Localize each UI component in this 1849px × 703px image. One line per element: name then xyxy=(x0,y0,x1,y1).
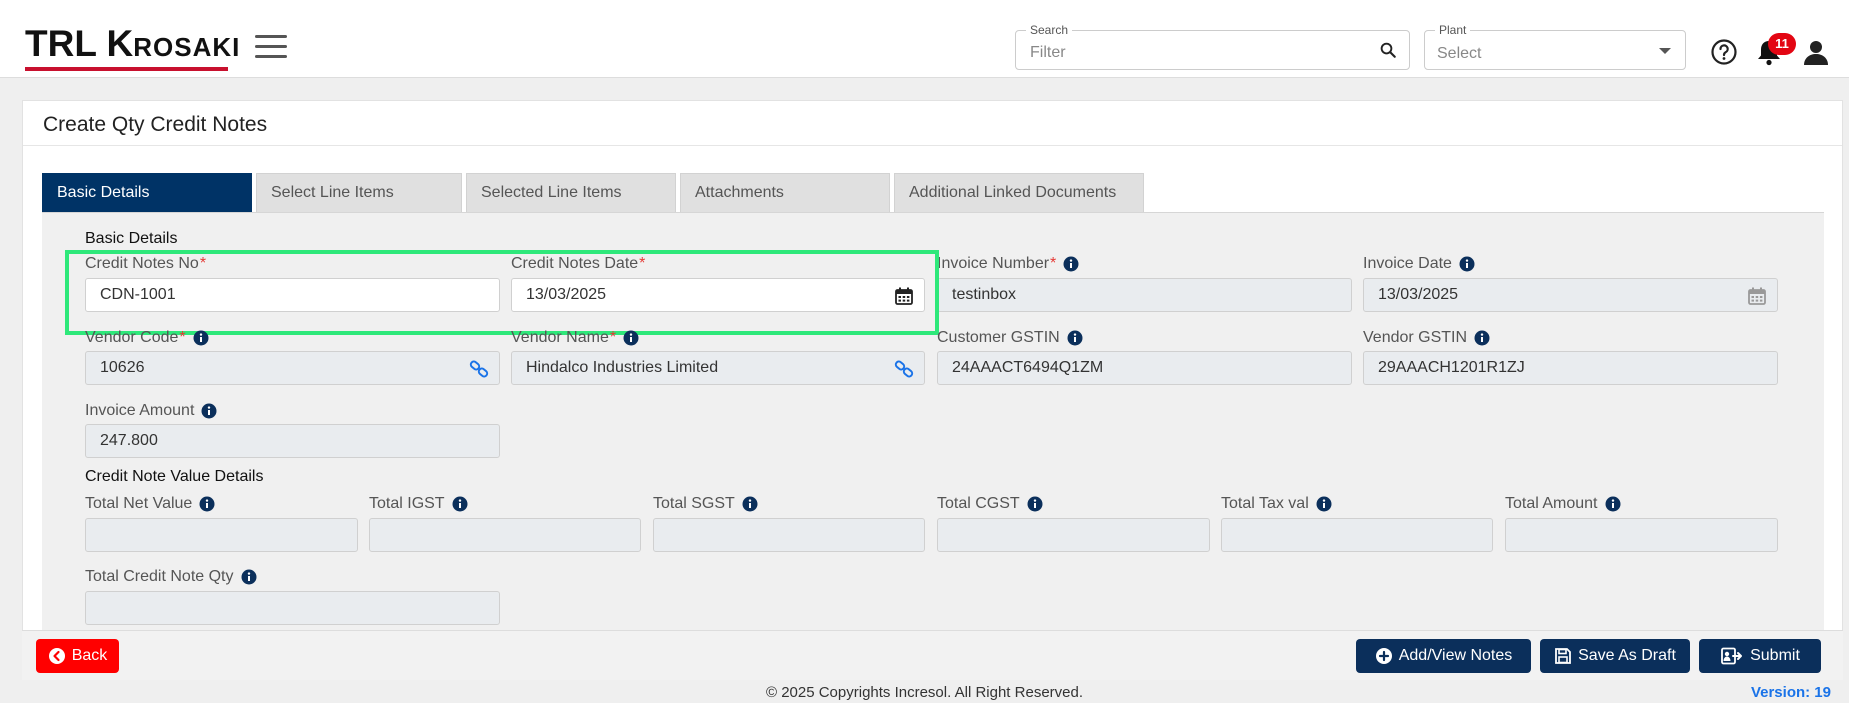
credit-note-card: Create Qty Credit Notes Basic Details Se… xyxy=(22,100,1843,680)
total-tax-val-label: Total Tax val xyxy=(1221,495,1332,513)
app-header: TRL KROSAKI Search Filter Plant Select 1… xyxy=(0,0,1849,78)
action-bar: Back Add/View Notes Save As Draft Submit xyxy=(22,630,1843,680)
version-text: Version: 19 xyxy=(1750,684,1831,701)
vendor-code-input[interactable]: 10626 xyxy=(85,351,500,385)
info-icon[interactable] xyxy=(1605,496,1621,512)
info-icon[interactable] xyxy=(742,496,758,512)
page-title: Create Qty Credit Notes xyxy=(43,113,268,136)
total-credit-note-qty-input[interactable] xyxy=(85,591,500,625)
logo-text: TRL KROSAKI xyxy=(25,23,241,64)
title-divider xyxy=(23,145,1842,146)
plus-circle-icon xyxy=(1375,648,1392,664)
logo-underline xyxy=(25,67,228,71)
calendar-icon[interactable] xyxy=(1747,286,1767,306)
total-igst-input[interactable] xyxy=(369,518,641,552)
user-icon[interactable] xyxy=(1802,38,1830,66)
total-sgst-input[interactable] xyxy=(653,518,925,552)
customer-gstin-input[interactable]: 24AAACT6494Q1ZM xyxy=(937,351,1352,385)
tab-basic-details[interactable]: Basic Details xyxy=(42,173,252,213)
chevron-down-icon[interactable] xyxy=(1659,48,1671,54)
info-icon[interactable] xyxy=(1067,330,1083,346)
floppy-disk-icon xyxy=(1555,648,1571,664)
vendor-gstin-label: Vendor GSTIN xyxy=(1363,329,1490,347)
search-input[interactable]: Filter xyxy=(1030,44,1066,62)
link-icon[interactable] xyxy=(894,359,914,379)
info-icon[interactable] xyxy=(1063,256,1079,272)
notification-badge: 11 xyxy=(1768,33,1796,55)
total-net-value-label: Total Net Value xyxy=(85,495,215,513)
info-icon[interactable] xyxy=(1459,256,1475,272)
invoice-date-label: Invoice Date xyxy=(1363,255,1475,273)
section-title-value-details: Credit Note Value Details xyxy=(85,468,264,485)
total-amount-input[interactable] xyxy=(1505,518,1778,552)
add-view-notes-button[interactable]: Add/View Notes xyxy=(1356,639,1531,673)
vendor-gstin-input[interactable]: 29AAACH1201R1ZJ xyxy=(1363,351,1778,385)
vendor-name-label: Vendor Name * xyxy=(511,329,639,347)
invoice-number-label: Invoice Number * xyxy=(937,255,1079,273)
total-sgst-label: Total SGST xyxy=(653,495,758,513)
submit-icon xyxy=(1721,647,1743,665)
hamburger-menu-icon[interactable] xyxy=(255,35,287,59)
info-icon[interactable] xyxy=(1027,496,1043,512)
total-net-value-input[interactable] xyxy=(85,518,358,552)
total-amount-label: Total Amount xyxy=(1505,495,1621,513)
back-button[interactable]: Back xyxy=(36,639,119,673)
total-cgst-label: Total CGST xyxy=(937,495,1043,513)
save-as-draft-button[interactable]: Save As Draft xyxy=(1540,639,1690,673)
total-tax-val-input[interactable] xyxy=(1221,518,1493,552)
tab-selected-line-items[interactable]: Selected Line Items xyxy=(466,173,676,213)
search-legend: Search xyxy=(1026,23,1073,37)
info-icon[interactable] xyxy=(1474,330,1490,346)
info-icon[interactable] xyxy=(193,330,209,346)
vendor-name-input[interactable]: Hindalco Industries Limited xyxy=(511,351,925,385)
plant-select-value: Select xyxy=(1437,45,1482,62)
info-icon[interactable] xyxy=(199,496,215,512)
section-title-basic-details: Basic Details xyxy=(85,230,178,247)
info-icon[interactable] xyxy=(623,330,639,346)
copyright-text: © 2025 Copyrights Incresol. All Right Re… xyxy=(765,684,1084,701)
plant-legend: Plant xyxy=(1435,23,1471,37)
info-icon[interactable] xyxy=(241,569,257,585)
focus-highlight xyxy=(65,250,939,335)
invoice-amount-input[interactable]: 247.800 xyxy=(85,424,500,458)
tab-select-line-items[interactable]: Select Line Items xyxy=(256,173,462,213)
basic-details-panel: Basic Details Credit Notes No * CDN-1001 … xyxy=(42,212,1824,637)
tab-bar: Basic Details Select Line Items Selected… xyxy=(42,173,1144,213)
invoice-date-input[interactable]: 13/03/2025 xyxy=(1363,278,1778,312)
info-icon[interactable] xyxy=(1316,496,1332,512)
help-icon[interactable] xyxy=(1710,38,1738,66)
info-icon[interactable] xyxy=(201,403,217,419)
search-icon[interactable] xyxy=(1379,41,1397,59)
arrow-left-circle-icon xyxy=(48,648,65,664)
info-icon[interactable] xyxy=(452,496,468,512)
plant-select[interactable]: Plant Select xyxy=(1424,23,1686,70)
trl-krosaki-logo[interactable]: TRL KROSAKI xyxy=(25,23,241,71)
invoice-amount-label: Invoice Amount xyxy=(85,402,217,420)
tab-additional-linked-documents[interactable]: Additional Linked Documents xyxy=(894,173,1144,213)
invoice-number-input[interactable]: testinbox xyxy=(937,278,1352,312)
customer-gstin-label: Customer GSTIN xyxy=(937,329,1083,347)
vendor-code-label: Vendor Code * xyxy=(85,329,209,347)
search-field[interactable]: Search Filter xyxy=(1015,23,1410,70)
total-cgst-input[interactable] xyxy=(937,518,1210,552)
link-icon[interactable] xyxy=(469,359,489,379)
submit-button[interactable]: Submit xyxy=(1699,639,1821,673)
tab-attachments[interactable]: Attachments xyxy=(680,173,890,213)
total-credit-note-qty-label: Total Credit Note Qty xyxy=(85,568,257,586)
total-igst-label: Total IGST xyxy=(369,495,468,513)
